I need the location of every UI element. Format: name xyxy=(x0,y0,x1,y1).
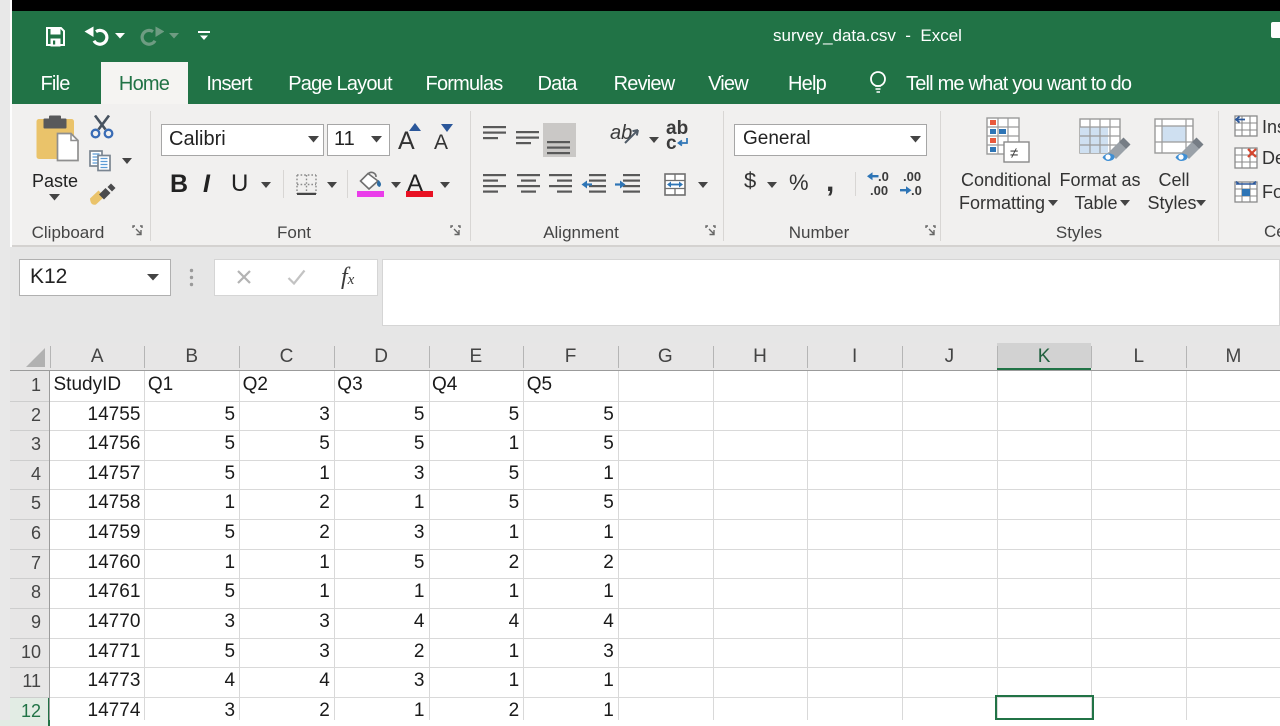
svg-text:.00: .00 xyxy=(903,170,921,184)
svg-text:.00: .00 xyxy=(870,183,888,197)
svg-text:.0: .0 xyxy=(878,170,889,184)
svg-text:≠: ≠ xyxy=(1010,145,1018,162)
svg-text:.0: .0 xyxy=(911,183,922,197)
